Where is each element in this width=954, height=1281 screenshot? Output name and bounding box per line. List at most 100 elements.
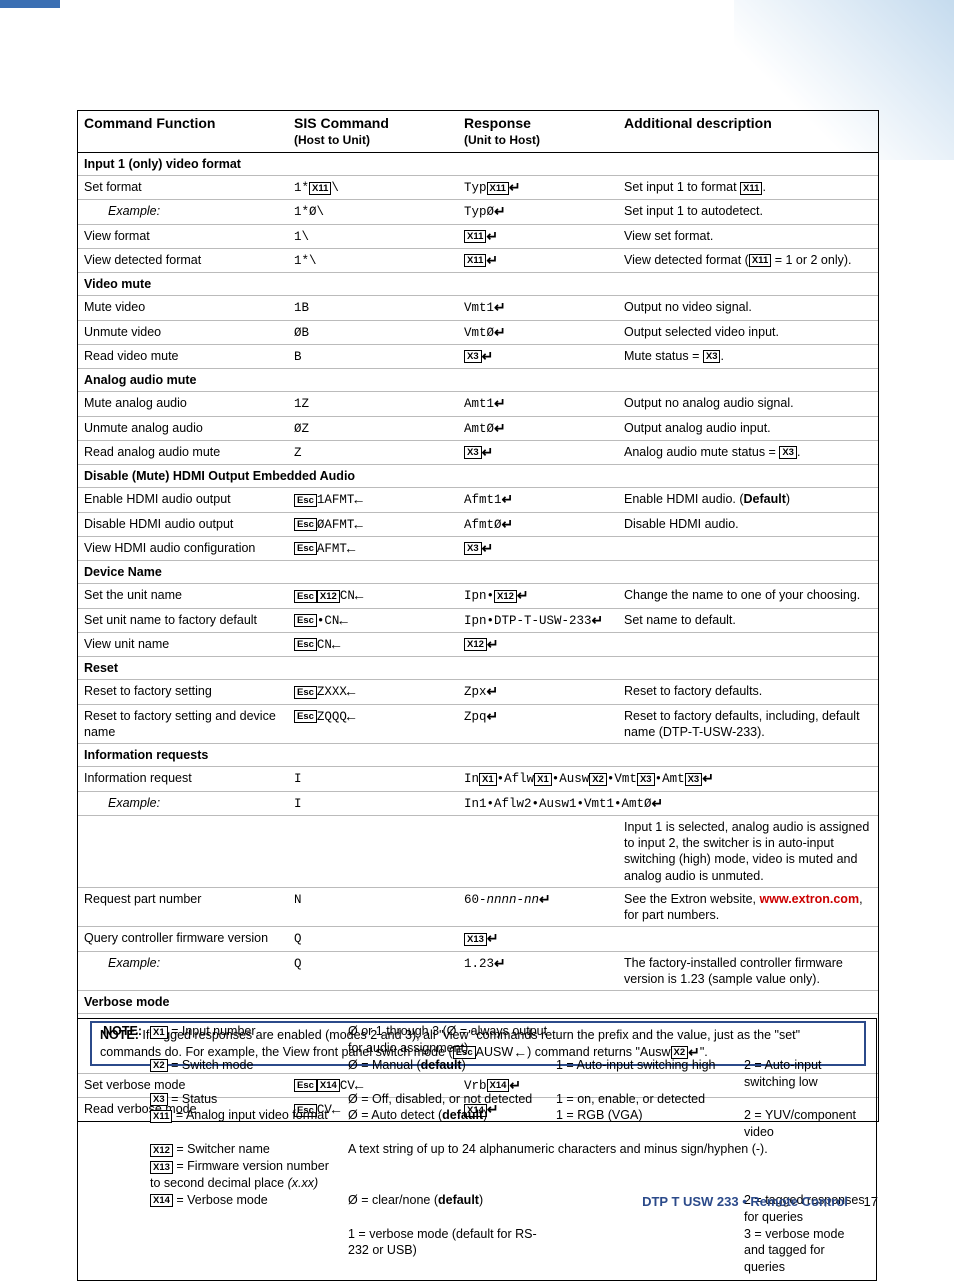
var-tag: Esc [294,614,317,627]
cell-command: 1*\ [288,248,458,272]
var-tag: X3 [637,773,655,786]
return-icon: ↵ [494,960,506,970]
footnote-r1: 1 = RGB (VGA) [552,1107,740,1141]
return-icon: ↵ [482,449,494,459]
return-icon: ↵ [494,329,506,339]
section-row: Information requests [78,744,878,767]
var-tag: X3 [150,1093,168,1106]
var-tag: X3 [703,350,721,363]
cell-description: Change the name to one of your choosing. [618,584,878,608]
table-row: Read video muteBX3↵Mute status = X3. [78,344,878,368]
cell-response: X13↵ [458,927,618,951]
var-tag: X11 [150,1110,172,1123]
cell-response: TypØ↵ [458,200,618,224]
var-tag: X11 [749,254,771,267]
footnote-left: X12 = Switcher name [146,1141,344,1158]
cell-function: Query controller firmware version [78,927,288,951]
cell-command: 1*Ø\ [288,200,458,224]
cell-command: 1*X11\ [288,176,458,200]
cell-description: Enable HDMI audio. (Default) [618,488,878,512]
cell-command: 1Z [288,392,458,416]
footnote-r1 [552,1226,740,1277]
cell-description [618,632,878,656]
cell-command: Esc1AFMT← [288,488,458,512]
left-arrow-icon: ← [347,545,355,555]
page: Command FunctionSIS Command(Host to Unit… [0,0,954,1235]
footnote-mid: Ø = Off, disabled, or not detected [344,1091,552,1108]
cell-command: Esc•CN← [288,608,458,632]
cell-function: Request part number [78,887,288,927]
section-title: Disable (Mute) HDMI Output Embedded Audi… [78,465,878,488]
return-icon: ↵ [486,233,498,243]
section-title: Information requests [78,744,878,767]
return-icon: ↵ [482,545,494,555]
var-tag: X11 [464,254,486,267]
footnote-left [146,1226,344,1277]
cell-description: Reset to factory defaults. [618,680,878,704]
footnote-mid [344,1158,870,1192]
section-row: Verbose mode [78,991,878,1014]
cell-response: X3↵ [458,536,618,560]
footnote-r2: 3 = verbose mode and tagged for queries [740,1226,870,1277]
command-table: Command FunctionSIS Command(Host to Unit… [78,111,878,1121]
cell-description: Output selected video input. [618,320,878,344]
table-row: Read analog audio muteZX3↵Analog audio m… [78,440,878,464]
table-row: Set the unit nameEscX12CN←Ipn•X12↵Change… [78,584,878,608]
cell-response: AmtØ↵ [458,416,618,440]
cell-function: Enable HDMI audio output [78,488,288,512]
cell-function: Example: [78,791,288,815]
var-tag: X3 [464,446,482,459]
left-arrow-icon: ← [354,496,362,506]
cell-description: The factory-installed controller firmwar… [618,951,878,991]
table-row: View unit nameEscCN←X12↵ [78,632,878,656]
var-tag: Esc [294,710,317,723]
cell-response: Zpq↵ [458,704,618,744]
footer-title: DTP T USW 233 • Remote Control [642,1194,848,1209]
section-title: Video mute [78,273,878,296]
header-command-function: Command Function [78,111,288,152]
footnote-mid: 1 = verbose mode (default for RS-232 or … [344,1226,552,1277]
return-icon: ↵ [652,800,664,810]
var-tag: X2 [589,773,607,786]
return-icon: ↵ [486,257,498,267]
cell-command: I [288,767,458,791]
footnote-row: X3 = StatusØ = Off, disabled, or not det… [84,1091,870,1108]
cell-response: X11↵ [458,248,618,272]
cell-description: View detected format (X11 = 1 or 2 only)… [618,248,878,272]
cell-description: Input 1 is selected, analog audio is ass… [618,815,878,887]
section-title: Verbose mode [78,991,878,1014]
table-row: View HDMI audio configurationEscAFMT←X3↵ [78,536,878,560]
cell-function: Example: [78,200,288,224]
table-row: View format1\X11↵View set format. [78,224,878,248]
return-icon: ↵ [494,208,506,218]
cell-response: X12↵ [458,632,618,656]
var-tag: X3 [464,542,482,555]
var-tag: X12 [150,1144,173,1157]
cell-command: N [288,887,458,927]
cell-command: B [288,344,458,368]
return-icon: ↵ [487,935,499,945]
cell-function: Read analog audio mute [78,440,288,464]
footnote-box: NOTE:X1 = Input numberØ or 1 through 3 (… [77,1018,877,1281]
cell-response: Ipn•X12↵ [458,584,618,608]
cell-description: Output analog audio input. [618,416,878,440]
cell-function: Read video mute [78,344,288,368]
table-row: Disable HDMI audio outputEscØAFMT←AfmtØ↵… [78,512,878,536]
cell-description: Set input 1 to format X11. [618,176,878,200]
footnote-r2 [740,1023,870,1057]
footnote-r1: 1 = Auto-input switching high [552,1057,740,1091]
cell-function: Set format [78,176,288,200]
cell-response: Amt1↵ [458,392,618,416]
footnote-left: X3 = Status [146,1091,344,1108]
section-title: Reset [78,657,878,680]
var-tag: X3 [464,350,482,363]
return-icon: ↵ [502,496,514,506]
return-icon: ↵ [487,688,499,698]
cell-function: View detected format [78,248,288,272]
section-row: Video mute [78,273,878,296]
cell-command: Q [288,927,458,951]
footnote-row: X12 = Switcher nameA text string of up t… [84,1141,870,1158]
table-row: Set format1*X11\TypX11↵Set input 1 to fo… [78,176,878,200]
footnote-left: X2 = Switch mode [146,1057,344,1091]
table-row: Request part numberN60-nnnn-nn↵See the E… [78,887,878,927]
